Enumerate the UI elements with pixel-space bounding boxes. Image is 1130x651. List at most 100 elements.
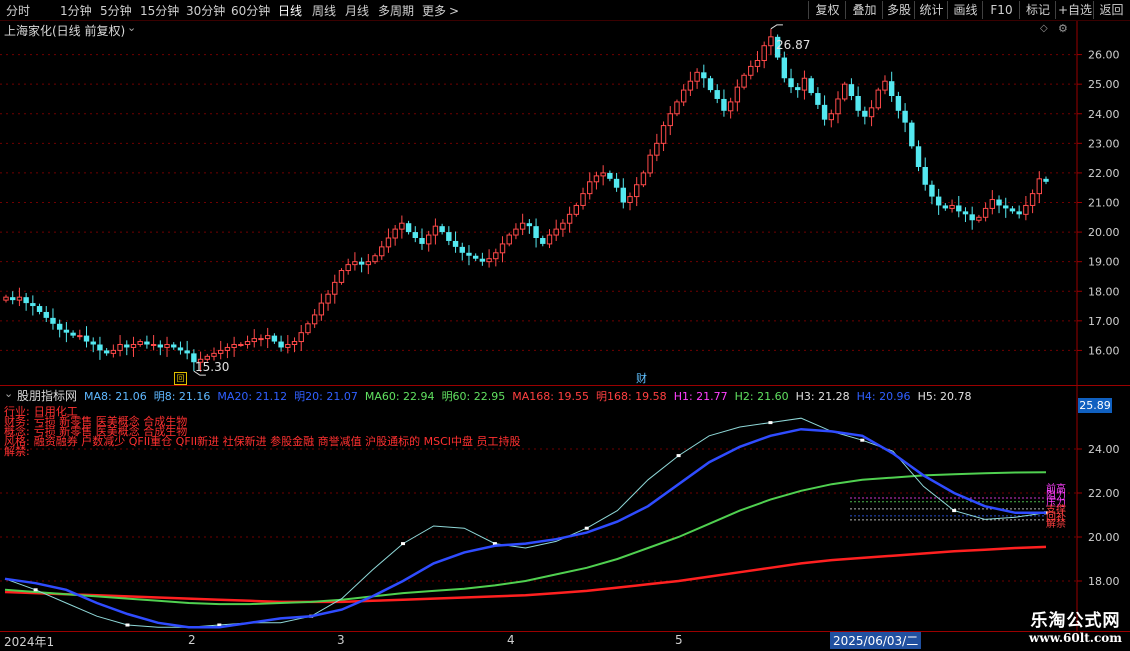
candle-body-down bbox=[30, 303, 36, 307]
time-label-apr: 4 bbox=[507, 633, 515, 647]
indicator-collapse-icon[interactable]: ⌄ bbox=[4, 387, 13, 400]
back-button[interactable]: 返回 bbox=[1093, 1, 1129, 19]
candle-body-up bbox=[298, 332, 304, 343]
candlestick-chart[interactable]: 26.00 25.00 24.00 23.00 22.00 21.00 20.00 19.00… bbox=[0, 21, 1130, 386]
more-label: 更多 bbox=[422, 4, 447, 18]
candle-body-up bbox=[546, 234, 553, 245]
statistics-button[interactable]: 统计 bbox=[914, 1, 948, 19]
period-tab-monthly[interactable]: 月线 bbox=[345, 2, 369, 19]
watermark-logo: 乐淘公式网 www.60lt.com bbox=[1029, 606, 1122, 645]
candle-body-up bbox=[1036, 178, 1042, 195]
candle-body-down bbox=[452, 240, 459, 247]
candle-body-down bbox=[922, 167, 928, 185]
candle-body-down bbox=[144, 341, 150, 345]
candle-body-up bbox=[258, 338, 264, 341]
candle-body-up bbox=[560, 222, 566, 230]
candle-body-down bbox=[10, 297, 16, 301]
ma8-point bbox=[952, 509, 957, 513]
indicator-value: 明20: 21.07 bbox=[294, 390, 358, 403]
candle-body-down bbox=[721, 98, 727, 111]
candle-body-up bbox=[768, 36, 774, 47]
overlay-button[interactable]: 叠加 bbox=[845, 1, 883, 19]
time-label-jan: 2024年1 bbox=[4, 635, 55, 649]
candle-body-up bbox=[754, 60, 761, 67]
candle-body-down bbox=[942, 205, 949, 209]
candle-body-up bbox=[150, 344, 157, 346]
period-tab-15min[interactable]: 15分钟 bbox=[140, 2, 179, 19]
period-tab-1min[interactable]: 1分钟 bbox=[60, 2, 92, 19]
candle-body-down bbox=[271, 335, 278, 342]
period-tab-60min[interactable]: 60分钟 bbox=[231, 2, 270, 19]
candle-body-down bbox=[36, 306, 43, 312]
candle-body-up bbox=[16, 296, 23, 301]
indicator-value: H3: 21.28 bbox=[795, 390, 850, 403]
ma8-point bbox=[584, 526, 589, 530]
info-row-key: 解禁: bbox=[4, 445, 30, 458]
period-tab-more[interactable]: 更多 > bbox=[422, 2, 459, 19]
indicator-value: H5: 20.78 bbox=[917, 390, 972, 403]
candle-body-down bbox=[815, 93, 821, 105]
finance-marker[interactable]: 财 bbox=[636, 370, 647, 386]
restore-rights-button[interactable]: 复权 bbox=[808, 1, 846, 19]
candle-body-up bbox=[882, 80, 888, 91]
settings-icon[interactable]: ⚙ bbox=[1058, 22, 1068, 35]
candle-body-up bbox=[566, 213, 573, 224]
candle-body-up bbox=[727, 101, 734, 112]
candle-body-down bbox=[996, 199, 1002, 206]
candle-body-up bbox=[647, 154, 653, 174]
price-tick-label: 26.00 bbox=[1088, 49, 1120, 62]
candle-body-down bbox=[935, 196, 942, 206]
info-row: 解禁: bbox=[4, 445, 521, 458]
candle-body-down bbox=[855, 96, 861, 111]
period-tab-weekly[interactable]: 周线 bbox=[312, 2, 336, 19]
price-tick-label: 25.00 bbox=[1088, 78, 1120, 91]
candle-body-up bbox=[325, 293, 331, 304]
candle-body-down bbox=[43, 311, 49, 318]
indicator-tick-label: 22.00 bbox=[1088, 487, 1120, 500]
draw-line-button[interactable]: 画线 bbox=[947, 1, 983, 19]
time-label-may: 5 bbox=[675, 633, 683, 647]
candle-body-up bbox=[365, 261, 372, 266]
series-line-ma60 bbox=[4, 471, 1047, 606]
candle-body-up bbox=[77, 335, 83, 338]
indicator-tick-label: 20.00 bbox=[1088, 531, 1120, 544]
candle-body-up bbox=[392, 228, 398, 239]
multi-stock-button[interactable]: 多股 bbox=[882, 1, 915, 19]
candle-body-down bbox=[788, 78, 794, 88]
indicator-value: 明60: 22.95 bbox=[441, 390, 506, 403]
diamond-icon[interactable]: ◇ bbox=[1040, 23, 1048, 34]
candle-body-down bbox=[1009, 208, 1016, 212]
period-tab-30min[interactable]: 30分钟 bbox=[186, 2, 225, 19]
candle-body-up bbox=[486, 258, 492, 263]
add-favorite-button[interactable]: +自选 bbox=[1055, 1, 1094, 19]
candle-body-up bbox=[285, 344, 291, 348]
candle-body-down bbox=[526, 223, 533, 227]
candle-body-down bbox=[184, 350, 190, 354]
candle-body-down bbox=[56, 323, 63, 330]
period-tab-5min[interactable]: 5分钟 bbox=[100, 2, 132, 19]
candle-body-up bbox=[493, 252, 499, 260]
candle-body-down bbox=[607, 172, 613, 179]
period-tab-multi[interactable]: 多周期 bbox=[378, 2, 414, 19]
indicator-name: 股朋指标网 bbox=[17, 389, 78, 403]
candle-body-up bbox=[130, 344, 137, 348]
high-leader-line bbox=[770, 24, 783, 30]
chevron-down-icon[interactable]: ⌄ bbox=[127, 21, 136, 34]
mark-button[interactable]: 标记 bbox=[1019, 1, 1056, 19]
candle-body-up bbox=[211, 352, 217, 357]
candle-body-up bbox=[580, 193, 586, 206]
period-tab-daily[interactable]: 日线 bbox=[278, 2, 302, 19]
candle-body-up bbox=[3, 296, 9, 301]
period-tab-timeshare[interactable]: 分时 bbox=[6, 2, 30, 19]
candle-body-down bbox=[613, 178, 620, 188]
series-line-ma168 bbox=[4, 545, 1047, 604]
candle-body-up bbox=[519, 222, 526, 230]
event-marker-icon[interactable]: 回 bbox=[174, 372, 187, 385]
candle-body-down bbox=[405, 223, 412, 233]
info-row-text: 融资融券 户数减少 QFII重仓 QFII新进 社保新进 参股金融 商誉减值 沪… bbox=[33, 435, 521, 448]
candle-body-down bbox=[707, 78, 714, 91]
candle-body-down bbox=[888, 81, 895, 96]
candle-body-up bbox=[432, 225, 439, 236]
f10-button[interactable]: F10 bbox=[982, 1, 1020, 19]
candle-body-down bbox=[1016, 211, 1022, 215]
